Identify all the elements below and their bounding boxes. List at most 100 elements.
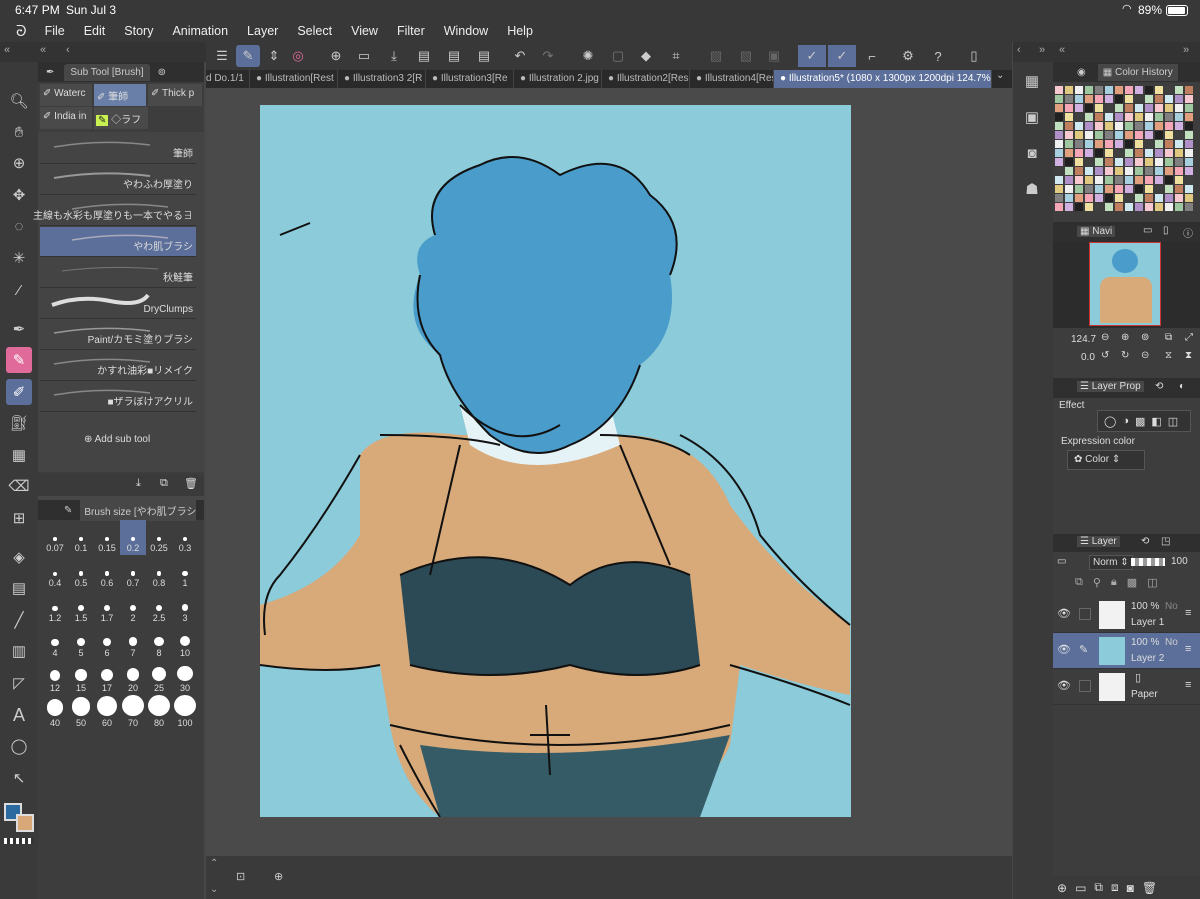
- brush-item[interactable]: 筆師: [40, 134, 196, 164]
- color-swatch[interactable]: [1065, 140, 1073, 148]
- brush-size-option[interactable]: 2: [120, 590, 146, 625]
- color-swatch[interactable]: [1145, 194, 1153, 202]
- ruler-tool-icon[interactable]: ◸: [6, 670, 32, 696]
- brush-size-option[interactable]: 1.2: [42, 590, 68, 625]
- save-icon[interactable]: ⤓: [382, 45, 406, 67]
- pen-tool-icon[interactable]: ✒: [6, 316, 32, 342]
- clear-icon[interactable]: ▢: [606, 45, 630, 67]
- color-swatch[interactable]: [1165, 149, 1173, 157]
- color-swatch[interactable]: [1075, 86, 1083, 94]
- layer-row[interactable]: 👁︎ ▯ Paper ≡: [1053, 669, 1200, 705]
- color-swatch[interactable]: [1185, 185, 1193, 193]
- color-swatch[interactable]: [1175, 113, 1183, 121]
- chevron-left-icon[interactable]: ‹: [1017, 44, 1021, 56]
- color-swatch[interactable]: [1125, 113, 1133, 121]
- color-swatch[interactable]: [1135, 185, 1143, 193]
- color-swatch[interactable]: [1165, 104, 1173, 112]
- sub-color-swatch[interactable]: [16, 814, 34, 832]
- color-swatch[interactable]: [1155, 149, 1163, 157]
- add-subtool-button[interactable]: ⊕ Add sub tool: [84, 434, 150, 445]
- decoration-tool-icon[interactable]: ▦: [6, 442, 32, 468]
- color-swatch[interactable]: [1135, 113, 1143, 121]
- color-swatch[interactable]: [1105, 194, 1113, 202]
- color-swatch[interactable]: [1055, 149, 1063, 157]
- brush-item-selected[interactable]: やわ肌ブラシ: [40, 227, 196, 257]
- opacity-slider[interactable]: [1131, 558, 1165, 566]
- color-swatch[interactable]: [1115, 194, 1123, 202]
- fill-screen-icon[interactable]: ⤢: [1185, 332, 1193, 343]
- color-swatch[interactable]: [1055, 131, 1063, 139]
- subtool-title[interactable]: Sub Tool [Brush]: [64, 63, 150, 81]
- duplicate-icon[interactable]: ⧉: [160, 477, 168, 490]
- open-icon[interactable]: ▭: [352, 45, 376, 67]
- brush-size-option[interactable]: 0.3: [172, 520, 198, 555]
- color-swatch[interactable]: [1115, 167, 1123, 175]
- brush-size-option[interactable]: 50: [68, 695, 94, 730]
- color-swatch[interactable]: [1085, 167, 1093, 175]
- color-swatch[interactable]: [1145, 95, 1153, 103]
- color-swatch[interactable]: [1075, 131, 1083, 139]
- brush-item[interactable]: Paint/カモミ塗りブラシ: [40, 320, 196, 350]
- color-swatch[interactable]: [1085, 194, 1093, 202]
- color-swatch[interactable]: [1095, 104, 1103, 112]
- color-swatch[interactable]: [1185, 140, 1193, 148]
- brush-size-option[interactable]: 1: [172, 555, 198, 590]
- color-swatch[interactable]: [1095, 194, 1103, 202]
- color-swatch[interactable]: [1115, 203, 1123, 211]
- new-folder-icon[interactable]: ▭: [1075, 881, 1086, 895]
- color-swatch[interactable]: [1125, 140, 1133, 148]
- color-swatch[interactable]: [1055, 86, 1063, 94]
- deselect-icon[interactable]: ▨: [704, 45, 728, 67]
- color-swatch[interactable]: [1125, 176, 1133, 184]
- color-swatch[interactable]: [1065, 167, 1073, 175]
- airbrush-tool-icon[interactable]: ⛽︎: [6, 410, 32, 436]
- color-swatch[interactable]: [1095, 140, 1103, 148]
- export-psd-icon[interactable]: ▤: [472, 45, 496, 67]
- color-swatch[interactable]: [1145, 203, 1153, 211]
- color-swatch[interactable]: [1145, 140, 1153, 148]
- color-swatch[interactable]: [1155, 167, 1163, 175]
- color-swatch[interactable]: [1185, 131, 1193, 139]
- color-swatch[interactable]: [1185, 104, 1193, 112]
- menu-view[interactable]: View: [351, 24, 378, 38]
- brush-item[interactable]: やわふわ厚塗り: [40, 165, 196, 195]
- color-swatch[interactable]: [1085, 149, 1093, 157]
- layer-edit-target-icon[interactable]: [1079, 680, 1091, 692]
- settings-icon[interactable]: ⚙︎: [896, 45, 920, 67]
- brush-size-option[interactable]: 0.1: [68, 520, 94, 555]
- color-swatch[interactable]: [1095, 176, 1103, 184]
- brush-size-option[interactable]: 0.8: [146, 555, 172, 590]
- transparent-color-icon[interactable]: [4, 838, 34, 844]
- color-swatch[interactable]: [1115, 185, 1123, 193]
- brush-size-option[interactable]: 4: [42, 625, 68, 660]
- brush-size-option[interactable]: 20: [120, 660, 146, 695]
- mask-icon[interactable]: ◫: [1147, 576, 1157, 594]
- color-swatch[interactable]: [1135, 167, 1143, 175]
- color-swatch[interactable]: [1075, 176, 1083, 184]
- delete-layer-icon[interactable]: 🗑︎: [1142, 881, 1157, 895]
- color-swatch[interactable]: [1105, 158, 1113, 166]
- invert-selection-icon[interactable]: ▧: [734, 45, 758, 67]
- vector-layer-icon[interactable]: ⧉: [1094, 880, 1103, 895]
- color-swatch[interactable]: [1165, 158, 1173, 166]
- blend-mode-select[interactable]: Norm ⇕: [1089, 555, 1133, 570]
- brush-size-option[interactable]: 2.5: [146, 590, 172, 625]
- color-swatch[interactable]: [1185, 194, 1193, 202]
- color-swatch[interactable]: [1175, 185, 1183, 193]
- snap-ruler-icon[interactable]: ✓: [798, 45, 826, 67]
- navigator-preview[interactable]: [1053, 242, 1200, 328]
- magic-wand-icon[interactable]: ✳: [6, 245, 32, 271]
- subtool-group-rough[interactable]: ✎ ◇ラフ: [94, 107, 148, 129]
- opacity-value[interactable]: 100: [1171, 556, 1188, 567]
- color-swatch[interactable]: [1165, 113, 1173, 121]
- 3d-figure-icon[interactable]: ☗: [1019, 176, 1045, 202]
- color-swatch[interactable]: [1095, 149, 1103, 157]
- color-swatch[interactable]: [1075, 194, 1083, 202]
- color-swatch[interactable]: [1095, 158, 1103, 166]
- brush-size-option[interactable]: 0.25: [146, 520, 172, 555]
- color-swatch[interactable]: [1095, 167, 1103, 175]
- brush-item[interactable]: かすれ油彩■リメイク: [40, 351, 196, 381]
- color-swatch[interactable]: [1055, 140, 1063, 148]
- color-swatch[interactable]: [1145, 167, 1153, 175]
- color-swatch[interactable]: [1115, 140, 1123, 148]
